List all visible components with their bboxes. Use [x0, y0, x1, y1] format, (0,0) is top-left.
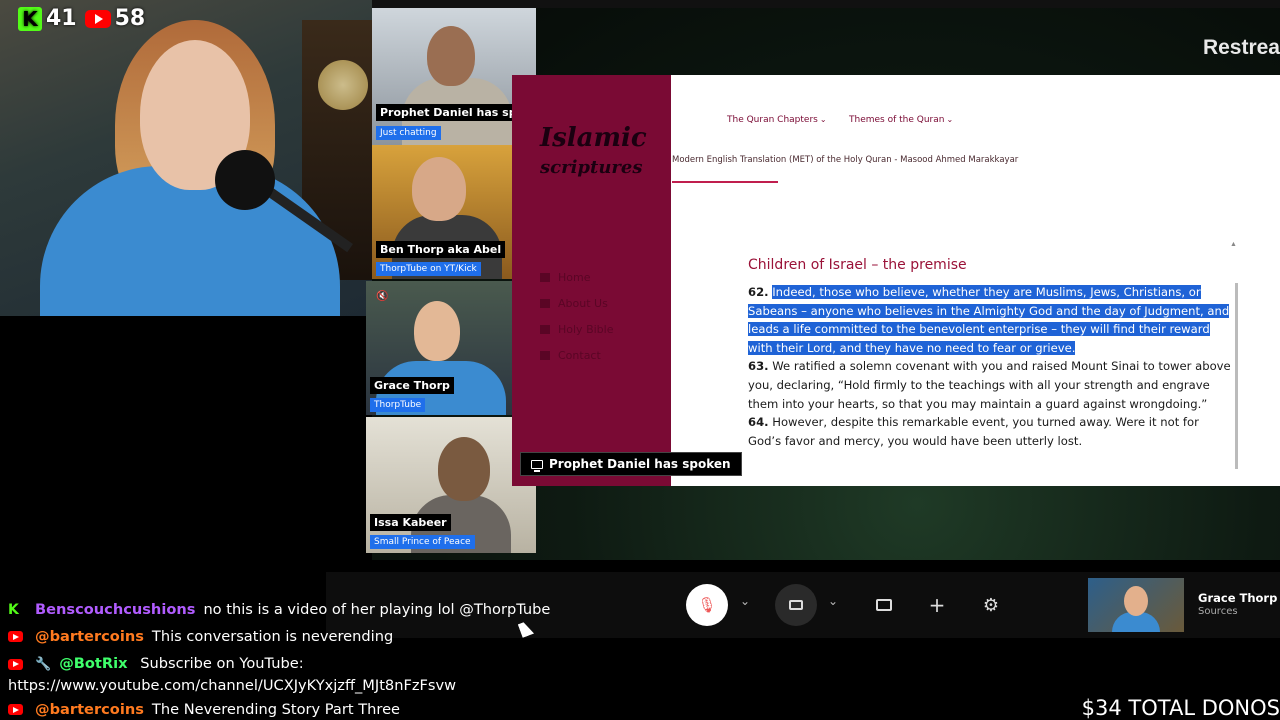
share-screen-button[interactable]	[863, 584, 905, 626]
contact-icon	[540, 351, 550, 360]
camera-options-chevron-icon[interactable]: ⌄	[828, 594, 838, 608]
plus-icon: +	[928, 593, 946, 617]
youtube-icon	[8, 704, 23, 715]
verse-number: 63.	[748, 359, 769, 374]
video-camera-icon	[789, 600, 803, 610]
nav-home[interactable]: Home	[540, 271, 590, 284]
participant-subtitle: Small Prince of Peace	[370, 535, 475, 549]
chevron-down-icon: ⌄	[946, 115, 954, 124]
participant-subtitle: ThorpTube on YT/Kick	[376, 262, 481, 276]
chat-username: @bartercoins	[35, 701, 144, 718]
chat-message: K Benscouchcushions no this is a video o…	[8, 596, 628, 623]
chat-username: @BotRix	[59, 655, 128, 672]
youtube-icon	[8, 631, 23, 642]
gear-icon: ⚙	[982, 594, 1000, 616]
participant-face	[412, 157, 466, 221]
chat-message: 🔧 @BotRix Subscribe on YouTube: https://w…	[8, 650, 628, 696]
nav-holy-bible[interactable]: Holy Bible	[540, 323, 613, 336]
mute-microphone-button[interactable]: 🎙	[686, 584, 728, 626]
about-icon	[540, 299, 550, 308]
participant-tile-grace-thorp[interactable]: 🔇 Grace Thorp ThorpTube	[366, 281, 512, 415]
participant-face	[414, 301, 460, 361]
nav-contact[interactable]: Contact	[540, 349, 601, 362]
participant-face	[438, 437, 490, 501]
youtube-viewer-count: 58	[84, 6, 145, 31]
verse-number: 64.	[748, 415, 769, 430]
screenshare-label: Prophet Daniel has spoken	[520, 452, 742, 476]
participant-tile-ben-thorp[interactable]: Ben Thorp aka Abel ThorpTube on YT/Kick	[372, 145, 512, 279]
site-logo[interactable]: Islamic	[540, 123, 647, 153]
participant-face	[427, 26, 475, 86]
mic-off-icon: 🎙	[697, 596, 717, 614]
menu-quran-chapters[interactable]: The Quran Chapters ⌄	[727, 115, 827, 125]
section-title: Children of Israel – the premise	[748, 257, 967, 273]
chat-text: The Neverending Story Part Three	[151, 701, 401, 718]
chat-username: @bartercoins	[35, 628, 144, 645]
wrench-icon: 🔧	[35, 657, 52, 672]
share-screen-icon	[876, 599, 892, 611]
translation-subtitle: Modern English Translation (MET) of the …	[672, 155, 1019, 165]
website-sidebar: Islamic scriptures Home About Us Holy Bi…	[512, 75, 671, 486]
subtitle-underline	[672, 181, 778, 183]
book-icon	[540, 325, 550, 334]
chevron-down-icon: ⌄	[819, 115, 827, 124]
muted-speaker-icon: 🔇	[376, 291, 389, 302]
verse-list: 62. Indeed, those who believe, whether t…	[748, 283, 1234, 450]
chat-message: @bartercoins The Neverending Story Part …	[8, 696, 628, 720]
background-lamp	[318, 60, 368, 110]
kick-viewer-count: K 41	[18, 6, 77, 31]
restream-branding: Restrea	[1202, 36, 1280, 59]
menu-themes-of-quran[interactable]: Themes of the Quran ⌄	[849, 115, 953, 125]
self-name: Grace Thorp	[1198, 591, 1278, 605]
mic-options-chevron-icon[interactable]: ⌄	[740, 594, 750, 608]
participant-name: Issa Kabeer	[370, 514, 451, 531]
chat-overlay: K Benscouchcushions no this is a video o…	[8, 596, 628, 720]
streamer-webcam	[0, 0, 372, 316]
participant-name: Grace Thorp	[370, 377, 454, 394]
verse-62-highlighted[interactable]: Indeed, those who believe, whether they …	[748, 285, 1230, 355]
youtube-icon	[8, 658, 23, 670]
verse-63: We ratified a solemn covenant with you a…	[748, 359, 1231, 411]
chat-text: no this is a video of her playing lol @T…	[203, 601, 551, 618]
verse-64: However, despite this remarkable event, …	[748, 415, 1199, 448]
sources-link[interactable]: Sources	[1198, 606, 1238, 617]
participant-subtitle: Just chatting	[376, 126, 441, 140]
verse-number: 62.	[748, 285, 769, 299]
participant-tile-issa-kabeer[interactable]: Issa Kabeer Small Prince of Peace	[366, 417, 536, 553]
preview-face	[1124, 586, 1148, 616]
nav-about-us[interactable]: About Us	[540, 297, 608, 310]
participant-name: Ben Thorp aka Abel	[376, 241, 506, 258]
viewer-counters: K 41 58	[18, 6, 145, 31]
screen-share-website: Islamic scriptures Home About Us Holy Bi…	[512, 75, 1280, 486]
kick-icon: K	[8, 601, 19, 618]
chat-username: Benscouchcushions	[35, 601, 196, 618]
camera-button[interactable]	[775, 584, 817, 626]
scroll-up-icon[interactable]: ▲	[1230, 241, 1237, 248]
youtube-icon	[84, 9, 111, 28]
kick-icon: K	[18, 6, 42, 31]
total-donations: $34 TOTAL DONOS	[1081, 696, 1280, 720]
home-icon	[540, 273, 550, 282]
site-logo-subtitle: scriptures	[540, 157, 643, 178]
content-scrollbar[interactable]	[1235, 283, 1238, 469]
call-top-bar	[372, 0, 1280, 8]
participant-subtitle: ThorpTube	[370, 398, 426, 412]
add-button[interactable]: +	[916, 584, 958, 626]
settings-button[interactable]: ⚙	[970, 584, 1012, 626]
microphone	[215, 150, 275, 210]
chat-message: @bartercoins This conversation is nevere…	[8, 623, 628, 650]
monitor-icon	[531, 459, 543, 472]
chat-text: This conversation is neverending	[151, 628, 394, 645]
self-preview-thumbnail[interactable]	[1088, 578, 1184, 632]
